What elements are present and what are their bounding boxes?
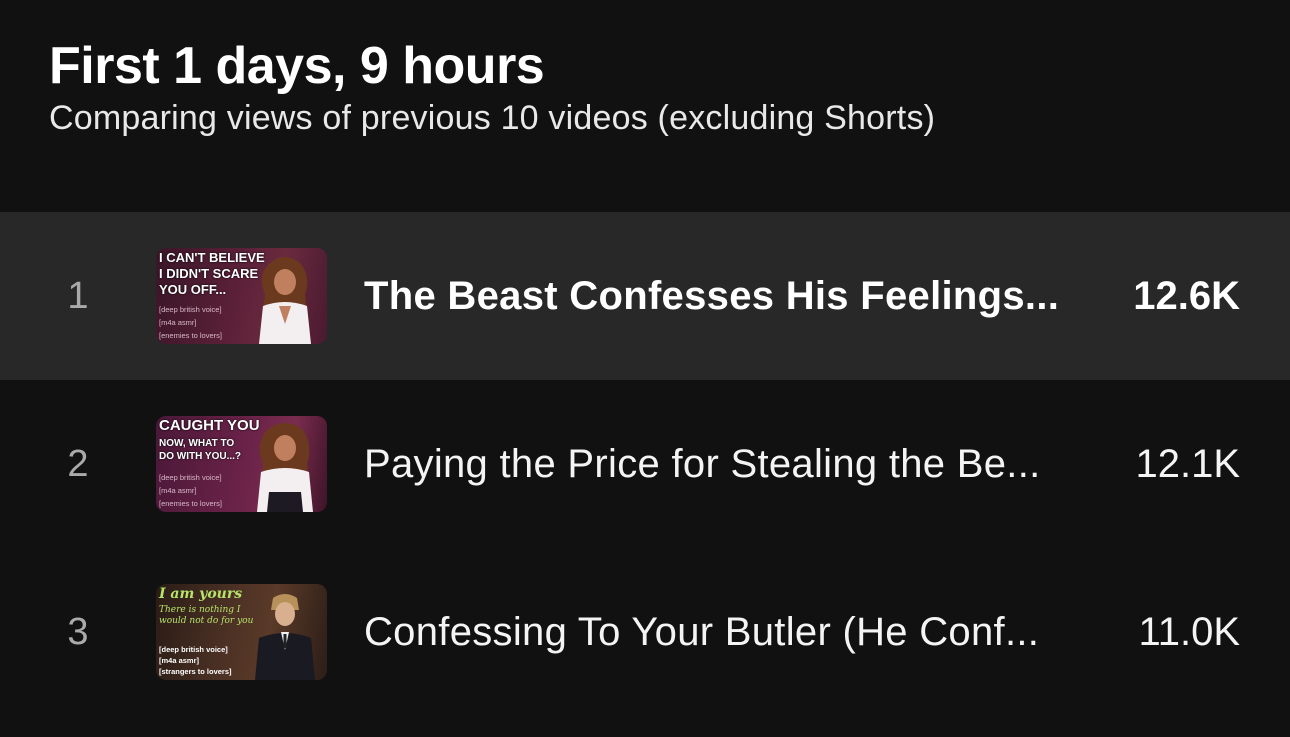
view-count: 12.6K	[1133, 273, 1240, 318]
thumbnail-tag: [m4a asmr]	[159, 656, 200, 665]
thumbnail-tag: [enemies to lovers]	[159, 331, 222, 340]
thumbnail-headline-line: would not do for you	[159, 616, 254, 626]
thumbnail-tag: [m4a asmr]	[159, 318, 197, 327]
view-count: 12.1K	[1135, 441, 1240, 486]
thumbnail-headline-line: NOW, WHAT TO	[159, 438, 235, 449]
rank-number: 2	[67, 442, 89, 485]
thumbnail-headline-line: CAUGHT YOU	[159, 417, 260, 434]
video-thumbnail[interactable]: I CAN'T BELIEVE I DIDN'T SCARE YOU OFF..…	[156, 248, 327, 344]
thumbnail-headline-line: I am yours	[159, 586, 243, 602]
header: First 1 days, 9 hours Comparing views of…	[49, 36, 935, 138]
character-illustration	[257, 423, 313, 512]
rank-number: 3	[67, 610, 89, 653]
thumbnail-tag: [strangers to lovers]	[159, 667, 232, 676]
character-illustration	[259, 257, 311, 344]
thumbnail-tag: [m4a asmr]	[159, 486, 197, 495]
thumbnail-headline-line: There is nothing I	[159, 605, 241, 615]
character-illustration	[255, 594, 315, 680]
thumbnail-tag: [deep british voice]	[159, 645, 228, 654]
thumbnail-tag: [deep british voice]	[159, 305, 222, 314]
thumbnail-tag: [deep british voice]	[159, 473, 222, 482]
video-thumbnail[interactable]: I am yours There is nothing I would not …	[156, 584, 327, 680]
video-row-3[interactable]: 3 I am yours There is nothing I would no…	[0, 548, 1290, 716]
view-count: 11.0K	[1138, 609, 1240, 654]
rank-number: 1	[67, 274, 89, 317]
thumbnail-headline-line: DO WITH YOU...?	[159, 451, 242, 462]
thumbnail-headline-line: I CAN'T BELIEVE	[159, 250, 265, 265]
video-title[interactable]: Confessing To Your Butler (He Conf...	[364, 610, 1089, 655]
video-title[interactable]: The Beast Confesses His Feelings...	[364, 274, 1089, 319]
page-title: First 1 days, 9 hours	[49, 37, 545, 95]
thumbnail-tag: [enemies to lovers]	[159, 499, 222, 508]
page-subtitle: Comparing views of previous 10 videos (e…	[49, 99, 936, 137]
video-row-1[interactable]: 1 I CAN'T BELIEVE I DIDN'T SCARE YOU OFF…	[0, 212, 1290, 380]
video-title[interactable]: Paying the Price for Stealing the Be...	[364, 442, 1089, 487]
video-thumbnail[interactable]: CAUGHT YOU NOW, WHAT TO DO WITH YOU...? …	[156, 416, 327, 512]
thumbnail-headline-line: YOU OFF...	[159, 282, 227, 297]
video-row-2[interactable]: 2 CAUGHT YOU NOW, WHAT TO DO WITH YOU...…	[0, 380, 1290, 548]
video-list: 1 I CAN'T BELIEVE I DIDN'T SCARE YOU OFF…	[0, 212, 1290, 716]
thumbnail-headline-line: I DIDN'T SCARE	[159, 266, 259, 281]
